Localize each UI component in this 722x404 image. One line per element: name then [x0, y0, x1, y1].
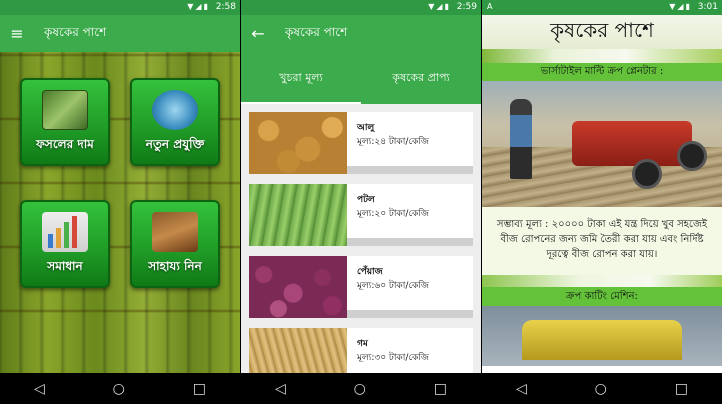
- wheat-image: [249, 328, 347, 373]
- onion-image: [249, 256, 347, 318]
- item-price: মূল্য:২০ টাকা/কেজি: [357, 209, 429, 219]
- system-nav-bar: ◁ ○ □: [241, 373, 481, 404]
- recent-apps-icon[interactable]: □: [434, 381, 447, 397]
- status-bar: ▼◢▮ 2:58: [0, 0, 240, 15]
- solution-tile[interactable]: সমাধান: [20, 200, 110, 288]
- back-icon[interactable]: ◁: [34, 381, 45, 397]
- home-icon[interactable]: ○: [113, 381, 125, 397]
- item-price: মূল্য:৩০ টাকা/কেজি: [357, 353, 429, 363]
- get-help-tile[interactable]: সাহায্য নিন: [130, 200, 220, 288]
- app-bar: ← কৃষকের পাশে: [241, 15, 481, 52]
- list-item[interactable]: আলু মূল্য:২৪ টাকা/কেজি: [249, 112, 473, 174]
- machine-wheel: [677, 141, 707, 171]
- status-bar: ▼◢▮ 2:59: [241, 0, 481, 15]
- planter-machine-image: [482, 81, 722, 207]
- cutting-machine-image: [482, 306, 722, 366]
- gavel-icon: [152, 212, 198, 252]
- list-item[interactable]: গম মূল্য:৩০ টাকা/কেজি: [249, 328, 473, 373]
- tab-farmer-share[interactable]: কৃষকের প্রাপ্য: [361, 52, 481, 104]
- potato-image: [249, 112, 347, 174]
- notification-badge: A: [487, 2, 493, 11]
- status-time: 3:01: [697, 2, 718, 12]
- home-icon[interactable]: ○: [354, 381, 366, 397]
- item-price: মূল্য:৬০ টাকা/কেজি: [357, 281, 429, 291]
- status-time: 2:59: [456, 2, 477, 12]
- item-divider: [347, 238, 473, 246]
- technology-icon: [152, 90, 198, 130]
- back-arrow-icon[interactable]: ←: [243, 24, 273, 43]
- machine-body: [522, 320, 682, 360]
- price-list-screen: ▼◢▮ 2:59 ← কৃষকের পাশে খুচরা মূল্য কৃষকে…: [241, 0, 481, 404]
- crop-price-tile[interactable]: ফসলের দাম: [20, 78, 110, 166]
- machine-wheel: [632, 159, 662, 189]
- list-item[interactable]: পটল মূল্য:২০ টাকা/কেজি: [249, 184, 473, 246]
- pointed-gourd-image: [249, 184, 347, 246]
- chart-icon: [42, 212, 88, 252]
- recent-apps-icon[interactable]: □: [193, 381, 206, 397]
- tab-bar: খুচরা মূল্য কৃষকের প্রাপ্য: [241, 52, 481, 104]
- tile-label: সাহায্য নিন: [148, 259, 202, 273]
- app-title: কৃষকের পাশে: [44, 24, 107, 39]
- list-item[interactable]: পেঁয়াজ মূল্য:৬০ টাকা/কেজি: [249, 256, 473, 318]
- menu-icon[interactable]: ≡: [2, 24, 32, 43]
- leaf-decoration: [482, 275, 722, 287]
- tile-label: ফসলের দাম: [36, 137, 94, 151]
- item-name: পেঁয়াজ: [357, 267, 383, 277]
- farmer-figure: [510, 99, 532, 179]
- status-time: 2:58: [215, 2, 236, 12]
- item-divider: [347, 166, 473, 174]
- status-icons: ▼◢▮: [669, 2, 692, 11]
- header-banner: কৃষকের পাশে: [482, 15, 722, 49]
- leaf-decoration: [482, 49, 722, 63]
- status-icons: ▼◢▮: [187, 2, 210, 11]
- app-title: কৃষকের পাশে: [285, 24, 348, 39]
- item-name: পটল: [357, 195, 375, 205]
- money-icon: [42, 90, 88, 130]
- status-bar: A ▼◢▮ 3:01: [482, 0, 722, 15]
- app-bar: ≡ কৃষকের পাশে: [0, 15, 240, 52]
- home-screen: ▼◢▮ 2:58 ≡ কৃষকের পাশে ফসলের দাম নতুন প্…: [0, 0, 240, 404]
- home-icon[interactable]: ○: [595, 381, 607, 397]
- item-price: মূল্য:২৪ টাকা/কেজি: [357, 137, 429, 147]
- item-name: আলু: [357, 123, 375, 133]
- tile-label: সমাধান: [47, 259, 83, 273]
- section-heading: ভার্সাটাইল মাল্টি ক্রপ প্লেনটার :: [482, 63, 722, 81]
- item-name: গম: [357, 339, 368, 349]
- page-title: কৃষকের পাশে: [550, 17, 654, 42]
- item-divider: [347, 310, 473, 318]
- system-nav-bar: ◁ ○ □: [482, 373, 722, 404]
- back-icon[interactable]: ◁: [275, 381, 286, 397]
- price-list: আলু মূল্য:২৪ টাকা/কেজি পটল মূল্য:২০ টাকা…: [241, 104, 481, 373]
- tab-retail-price[interactable]: খুচরা মূল্য: [241, 52, 361, 104]
- status-icons: ▼◢▮: [428, 2, 451, 11]
- tile-label: নতুন প্রযুক্তি: [145, 137, 205, 151]
- machine-body: [572, 121, 692, 166]
- system-nav-bar: ◁ ○ □: [0, 373, 240, 404]
- recent-apps-icon[interactable]: □: [675, 381, 688, 397]
- screens-container: ▼◢▮ 2:58 ≡ কৃষকের পাশে ফসলের দাম নতুন প্…: [0, 0, 722, 404]
- section-heading: ক্রপ কাটিং মেশিন:: [482, 287, 722, 306]
- back-icon[interactable]: ◁: [516, 381, 527, 397]
- technology-screen: A ▼◢▮ 3:01 কৃষকের পাশে ভার্সাটাইল মাল্টি…: [482, 0, 722, 404]
- section-description: সম্ভাব্য মূল্য : ২০০০০ টাকা এই যন্ত্র দি…: [482, 207, 722, 275]
- new-technology-tile[interactable]: নতুন প্রযুক্তি: [130, 78, 220, 166]
